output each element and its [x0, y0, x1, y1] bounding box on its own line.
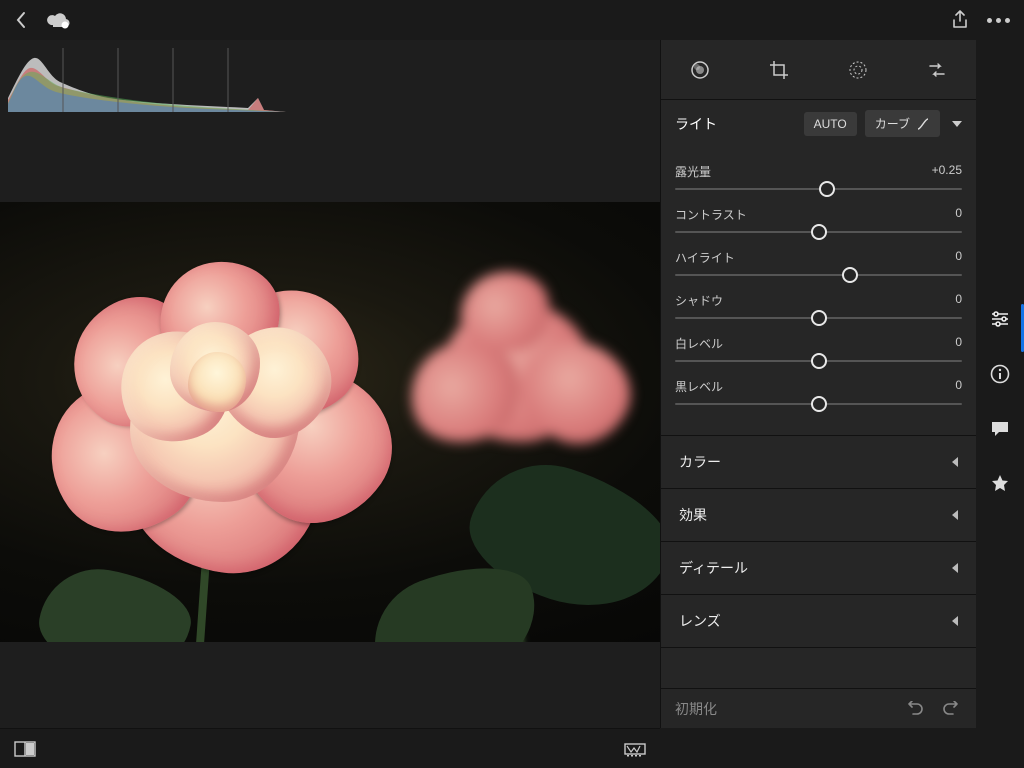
section-light-header[interactable]: ライト AUTO カーブ: [661, 100, 976, 147]
slider-シャドウ[interactable]: シャドウ 0: [675, 292, 962, 319]
slider-value: 0: [955, 335, 962, 352]
undo-icon[interactable]: [942, 701, 962, 717]
slider-ハイライト[interactable]: ハイライト 0: [675, 249, 962, 276]
slider-label: ハイライト: [675, 249, 735, 266]
curve-button[interactable]: カーブ: [865, 110, 940, 137]
section-レンズ[interactable]: レンズ: [661, 594, 976, 648]
section-カラー[interactable]: カラー: [661, 435, 976, 488]
slider-track[interactable]: [675, 188, 962, 190]
share-icon[interactable]: [951, 10, 969, 30]
chevron-left-icon: [952, 563, 958, 573]
auto-button[interactable]: AUTO: [804, 112, 857, 136]
section-label: カラー: [679, 452, 721, 472]
slider-value: +0.25: [932, 163, 962, 180]
slider-label: コントラスト: [675, 206, 747, 223]
comment-icon[interactable]: [990, 420, 1010, 438]
histogram: [0, 40, 660, 116]
slider-thumb[interactable]: [811, 310, 827, 326]
slider-track[interactable]: [675, 274, 962, 276]
slider-track[interactable]: [675, 360, 962, 362]
color-wheel-icon[interactable]: [690, 60, 710, 80]
slider-label: 露光量: [675, 163, 711, 180]
slider-黒レベル[interactable]: 黒レベル 0: [675, 378, 962, 405]
section-効果[interactable]: 効果: [661, 488, 976, 541]
info-icon[interactable]: [990, 364, 1010, 384]
slider-thumb[interactable]: [842, 267, 858, 283]
star-icon[interactable]: [990, 474, 1010, 494]
slider-track[interactable]: [675, 403, 962, 405]
slider-label: 白レベル: [675, 335, 723, 352]
section-label: 効果: [679, 505, 707, 525]
slider-白レベル[interactable]: 白レベル 0: [675, 335, 962, 362]
section-label: レンズ: [679, 611, 721, 631]
slider-露光量[interactable]: 露光量 +0.25: [675, 163, 962, 190]
slider-track[interactable]: [675, 317, 962, 319]
photo-canvas[interactable]: [0, 116, 660, 728]
slider-thumb[interactable]: [811, 396, 827, 412]
radial-icon[interactable]: [848, 60, 868, 80]
redo-icon[interactable]: [904, 701, 924, 717]
more-icon[interactable]: [987, 18, 1010, 23]
slider-value: 0: [955, 378, 962, 395]
slider-label: 黒レベル: [675, 378, 723, 395]
slider-thumb[interactable]: [811, 353, 827, 369]
slider-コントラスト[interactable]: コントラスト 0: [675, 206, 962, 233]
section-label: ディテール: [679, 558, 748, 578]
slider-label: シャドウ: [675, 292, 723, 309]
chevron-down-icon[interactable]: [952, 121, 962, 127]
chevron-left-icon: [952, 616, 958, 626]
section-ディテール[interactable]: ディテール: [661, 541, 976, 594]
compare-icon[interactable]: [14, 741, 36, 757]
reset-button[interactable]: 初期化: [675, 699, 717, 719]
filmstrip-icon[interactable]: [624, 741, 646, 757]
slider-thumb[interactable]: [811, 224, 827, 240]
chevron-left-icon: [952, 510, 958, 520]
slider-thumb[interactable]: [819, 181, 835, 197]
cloud-sync-icon[interactable]: [46, 11, 70, 29]
chevron-left-icon: [952, 457, 958, 467]
preset-icon[interactable]: [927, 60, 947, 80]
sliders-icon[interactable]: [990, 310, 1010, 328]
crop-icon[interactable]: [769, 60, 789, 80]
section-light-title: ライト: [675, 114, 796, 134]
back-icon[interactable]: [14, 11, 28, 29]
slider-value: 0: [955, 292, 962, 309]
slider-track[interactable]: [675, 231, 962, 233]
slider-value: 0: [955, 249, 962, 266]
slider-value: 0: [955, 206, 962, 223]
